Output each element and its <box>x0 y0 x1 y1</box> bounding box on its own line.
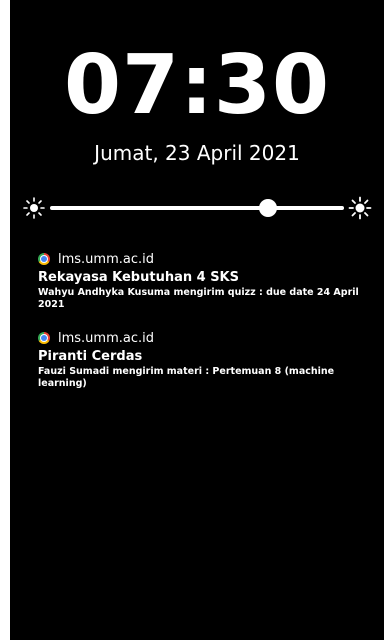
brightness-slider[interactable] <box>22 196 372 220</box>
notification-card[interactable]: lms.umm.ac.id Rekayasa Kebutuhan 4 SKS W… <box>38 250 368 311</box>
notification-title: Rekayasa Kebutuhan 4 SKS <box>38 270 239 285</box>
notification-card[interactable]: lms.umm.ac.id Piranti Cerdas Fauzi Sumad… <box>38 329 368 390</box>
notification-body: Fauzi Sumadi mengirim materi : Pertemuan… <box>38 366 335 389</box>
notification-source-label: lms.umm.ac.id <box>58 251 154 267</box>
chrome-icon <box>38 253 50 265</box>
notification-source: lms.umm.ac.id <box>38 329 368 347</box>
brightness-thumb[interactable] <box>258 199 277 217</box>
clock-date: Jumat, 23 April 2021 <box>94 141 300 165</box>
lock-screen: 07:30 Jumat, 23 April 2021 lms.umm.ac.id… <box>10 0 384 640</box>
clock-time: 07:30 <box>63 38 330 133</box>
brightness-track[interactable] <box>50 206 344 210</box>
notification-title: Piranti Cerdas <box>38 349 143 364</box>
brightness-low-icon <box>23 197 45 219</box>
chrome-icon <box>38 332 50 344</box>
notification-body: Wahyu Andhyka Kusuma mengirim quizz : du… <box>38 287 359 310</box>
notification-source: lms.umm.ac.id <box>38 250 368 268</box>
brightness-high-icon <box>348 196 372 220</box>
notification-source-label: lms.umm.ac.id <box>58 330 154 346</box>
